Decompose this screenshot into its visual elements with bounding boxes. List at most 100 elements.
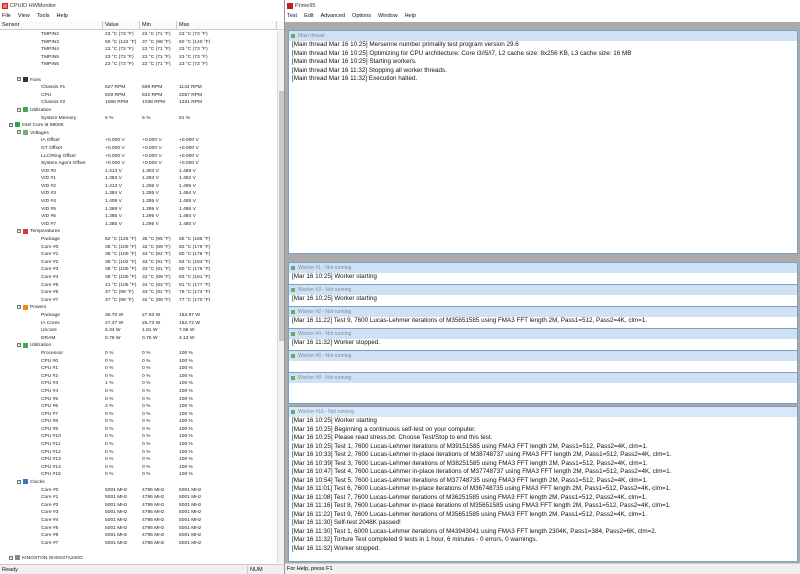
scrollbar-thumb[interactable] bbox=[279, 91, 284, 341]
sensor-row[interactable]: CPU #7 0 % 0 % 100 % bbox=[0, 411, 278, 419]
menu-file[interactable]: File bbox=[2, 13, 11, 19]
menu-test[interactable]: Test bbox=[287, 13, 297, 19]
menu-options[interactable]: Options bbox=[352, 13, 371, 19]
main-thread-window[interactable]: Main thread [Main thread Mar 16 10:25] M… bbox=[288, 30, 798, 254]
sensor-row[interactable]: IA Cores 27.37 W 25.73 W 182.72 W bbox=[0, 320, 278, 328]
tree-group-row[interactable]: − Fans bbox=[0, 76, 278, 85]
sensor-row[interactable]: VID #3 1.384 V 1.295 V 1.484 V bbox=[0, 190, 278, 198]
sensor-row[interactable]: VID #1 1.383 V 1.293 V 1.482 V bbox=[0, 175, 278, 183]
vertical-scrollbar[interactable] bbox=[277, 31, 284, 563]
worker-titlebar[interactable]: Worker #6 - Not running bbox=[289, 351, 797, 361]
sensor-row[interactable]: VID #0 1.413 V 1.303 V 1.488 V bbox=[0, 168, 278, 176]
tree-group-row[interactable]: − Voltages bbox=[0, 129, 278, 138]
sensor-row[interactable]: Chassis #1 627 RPM 569 RPM 1134 RPM bbox=[0, 84, 278, 92]
sensor-row[interactable]: CPU #9 0 % 0 % 100 % bbox=[0, 426, 278, 434]
sensor-row[interactable]: Core #3 38 °C (100 °F) 33 °C (91 °F) 80 °C … bbox=[0, 266, 278, 274]
column-max[interactable]: Max bbox=[177, 21, 277, 29]
sensor-row[interactable]: Core #0 5001 MHz 4795 MHz 5001 MHz bbox=[0, 487, 278, 495]
tree-group-row[interactable]: − Powers bbox=[0, 304, 278, 312]
tree-toggle-icon[interactable]: − bbox=[17, 479, 21, 484]
sensor-row[interactable]: CPU #0 0 % 0 % 100 % bbox=[0, 358, 278, 366]
sensor-row[interactable]: CPU #2 0 % 0 % 100 % bbox=[0, 373, 278, 381]
sensor-row[interactable]: CPU #1 0 % 0 % 100 % bbox=[0, 365, 278, 373]
sensor-row[interactable] bbox=[0, 69, 278, 77]
sensor-row[interactable]: VID #6 1.385 V 1.295 V 1.484 V bbox=[0, 213, 278, 221]
sensor-row[interactable]: Core #5 41 °C (105 °F) 34 °C (93 °F) 81 °C … bbox=[0, 282, 278, 290]
prime95-titlebar[interactable]: Prime95 bbox=[285, 0, 800, 11]
menu-help[interactable]: Help bbox=[57, 13, 68, 19]
tree-group-row[interactable]: − Intel Core i9 9900K bbox=[0, 122, 278, 130]
column-sensor[interactable]: Sensor bbox=[0, 21, 103, 29]
sensor-row[interactable]: Package 35.70 W 27.93 W 184.97 W bbox=[0, 312, 278, 320]
menu-help[interactable]: Help bbox=[405, 13, 416, 19]
menu-window[interactable]: Window bbox=[378, 13, 398, 19]
sensor-row[interactable]: IA Offset +0.000 V +0.000 V +0.000 V bbox=[0, 137, 278, 145]
tree-toggle-icon[interactable]: − bbox=[9, 122, 13, 127]
sensor-row[interactable]: TMPIN6 23 °C (73 °F) 22 °C (71 °F) 23 °C (7… bbox=[0, 61, 278, 69]
sensor-row[interactable]: CPU #12 0 % 0 % 100 % bbox=[0, 449, 278, 457]
sensor-row[interactable]: Core #7 5001 MHz 4795 MHz 5001 MHz bbox=[0, 540, 278, 548]
tree-group-row[interactable]: − Temperatures bbox=[0, 228, 278, 236]
main-thread-titlebar[interactable]: Main thread bbox=[289, 31, 797, 41]
worker-titlebar[interactable]: Worker #1 - Not running bbox=[289, 263, 797, 273]
tree-toggle-icon[interactable]: − bbox=[17, 77, 21, 82]
sensor-row[interactable]: Core #1 5001 MHz 4795 MHz 5001 MHz bbox=[0, 494, 278, 502]
sensor-row[interactable]: Processor 0 % 0 % 100 % bbox=[0, 350, 278, 358]
sensor-row[interactable]: TMPIN2 23 °C (73 °F) 22 °C (71 °F) 23 °C (7… bbox=[0, 31, 278, 39]
worker-window[interactable]: Worker #8 - Not running bbox=[288, 372, 798, 404]
hwmonitor-titlebar[interactable]: CPUID HWMonitor bbox=[0, 0, 284, 11]
worker-16-titlebar[interactable]: Worker #16 - Not running bbox=[289, 407, 797, 417]
sensor-row[interactable]: Core #7 37 °C (98 °F) 32 °C (89 °F) 77 °C (… bbox=[0, 297, 278, 305]
tree-group-row[interactable]: − KINGSTON SHSS37A240G bbox=[0, 555, 278, 563]
sensor-tree[interactable]: TMPIN2 23 °C (73 °F) 22 °C (71 °F) 23 °C (7… bbox=[0, 31, 278, 563]
menu-view[interactable]: View bbox=[18, 13, 30, 19]
sensor-row[interactable]: Core #4 38 °C (100 °F) 32 °C (89 °F) 83 °C … bbox=[0, 274, 278, 282]
column-value[interactable]: Value bbox=[103, 21, 140, 29]
sensor-row[interactable]: Core #2 39 °C (102 °F) 33 °C (91 °F) 84 °C … bbox=[0, 259, 278, 267]
sensor-row[interactable]: VID #4 1.409 V 1.295 V 1.485 V bbox=[0, 198, 278, 206]
sensor-row[interactable]: VID #2 1.413 V 1.296 V 1.495 V bbox=[0, 183, 278, 191]
worker-titlebar[interactable]: Worker #3 - Not running bbox=[289, 285, 797, 295]
sensor-row[interactable]: Core #3 5001 MHz 4795 MHz 5001 MHz bbox=[0, 509, 278, 517]
sensor-row[interactable]: VID #5 1.369 V 1.295 V 1.486 V bbox=[0, 206, 278, 214]
sensor-row[interactable]: CPU #14 0 % 0 % 100 % bbox=[0, 464, 278, 472]
tree-toggle-icon[interactable]: − bbox=[17, 343, 21, 348]
tree-group-row[interactable]: − Utilization bbox=[0, 342, 278, 350]
menu-advanced[interactable]: Advanced bbox=[321, 13, 345, 19]
tree-group-row[interactable]: − Clocks bbox=[0, 479, 278, 487]
sensor-row[interactable]: CPU #4 0 % 0 % 100 % bbox=[0, 388, 278, 396]
tree-toggle-icon[interactable]: − bbox=[17, 130, 21, 135]
tree-toggle-icon[interactable]: − bbox=[17, 229, 21, 234]
sensor-row[interactable]: Package 52 °C (125 °F) 35 °C (95 °F) 85 °C … bbox=[0, 236, 278, 244]
worker-titlebar[interactable]: Worker #2 - Not running bbox=[289, 307, 797, 317]
worker-16-window[interactable]: Worker #16 - Not running [Mar 16 10:25] … bbox=[288, 406, 798, 562]
sensor-row[interactable]: CPU #15 0 % 0 % 100 % bbox=[0, 471, 278, 479]
sensor-row[interactable]: TMPIN4 23 °C (73 °F) 22 °C (71 °F) 23 °C (7… bbox=[0, 46, 278, 54]
sensor-row[interactable]: CPU #8 0 % 0 % 100 % bbox=[0, 418, 278, 426]
sensor-row[interactable]: CPU #10 0 % 0 % 100 % bbox=[0, 433, 278, 441]
sensor-row[interactable]: CPU #6 3 % 0 % 100 % bbox=[0, 403, 278, 411]
sensor-row[interactable] bbox=[0, 547, 278, 555]
sensor-row[interactable]: Core #6 5001 MHz 4795 MHz 5001 MHz bbox=[0, 532, 278, 540]
sensor-row[interactable]: DRAM 0.76 W 0.76 W 4.13 W bbox=[0, 335, 278, 343]
tree-toggle-icon[interactable]: − bbox=[9, 555, 13, 560]
sensor-row[interactable]: VID #7 1.385 V 1.295 V 1.480 V bbox=[0, 221, 278, 229]
column-min[interactable]: Min bbox=[140, 21, 177, 29]
sensor-row[interactable]: TMPIN5 23 °C (73 °F) 22 °C (71 °F) 23 °C (7… bbox=[0, 54, 278, 62]
worker-titlebar[interactable]: Worker #8 - Not running bbox=[289, 373, 797, 383]
worker-titlebar[interactable]: Worker #4 - Not running bbox=[289, 329, 797, 339]
sensor-row[interactable]: System Memory 6 % 6 % 91 % bbox=[0, 115, 278, 123]
sensor-row[interactable]: CPU 929 RPM 842 RPM 2057 RPM bbox=[0, 92, 278, 100]
tree-toggle-icon[interactable]: − bbox=[17, 305, 21, 310]
sensor-row[interactable]: Core #4 5001 MHz 4795 MHz 5001 MHz bbox=[0, 517, 278, 525]
tree-group-row[interactable]: − Utilization bbox=[0, 107, 278, 115]
sensor-row[interactable]: GT Offset +0.000 V +0.000 V +0.000 V bbox=[0, 145, 278, 153]
sensor-row[interactable]: Chassis #2 1066 RPM 1038 RPM 1331 RPM bbox=[0, 99, 278, 107]
sensor-row[interactable]: Core #6 37 °C (98 °F) 33 °C (91 °F) 79 °C (… bbox=[0, 289, 278, 297]
menu-tools[interactable]: Tools bbox=[37, 13, 50, 19]
sensor-row[interactable]: Core #5 5001 MHz 4795 MHz 5001 MHz bbox=[0, 525, 278, 533]
sensor-row[interactable]: CPU #13 0 % 0 % 100 % bbox=[0, 456, 278, 464]
sensor-row[interactable]: CPU #5 0 % 0 % 100 % bbox=[0, 396, 278, 404]
tree-toggle-icon[interactable]: − bbox=[17, 107, 21, 112]
sensor-row[interactable]: CPU #3 1 % 0 % 100 % bbox=[0, 380, 278, 388]
